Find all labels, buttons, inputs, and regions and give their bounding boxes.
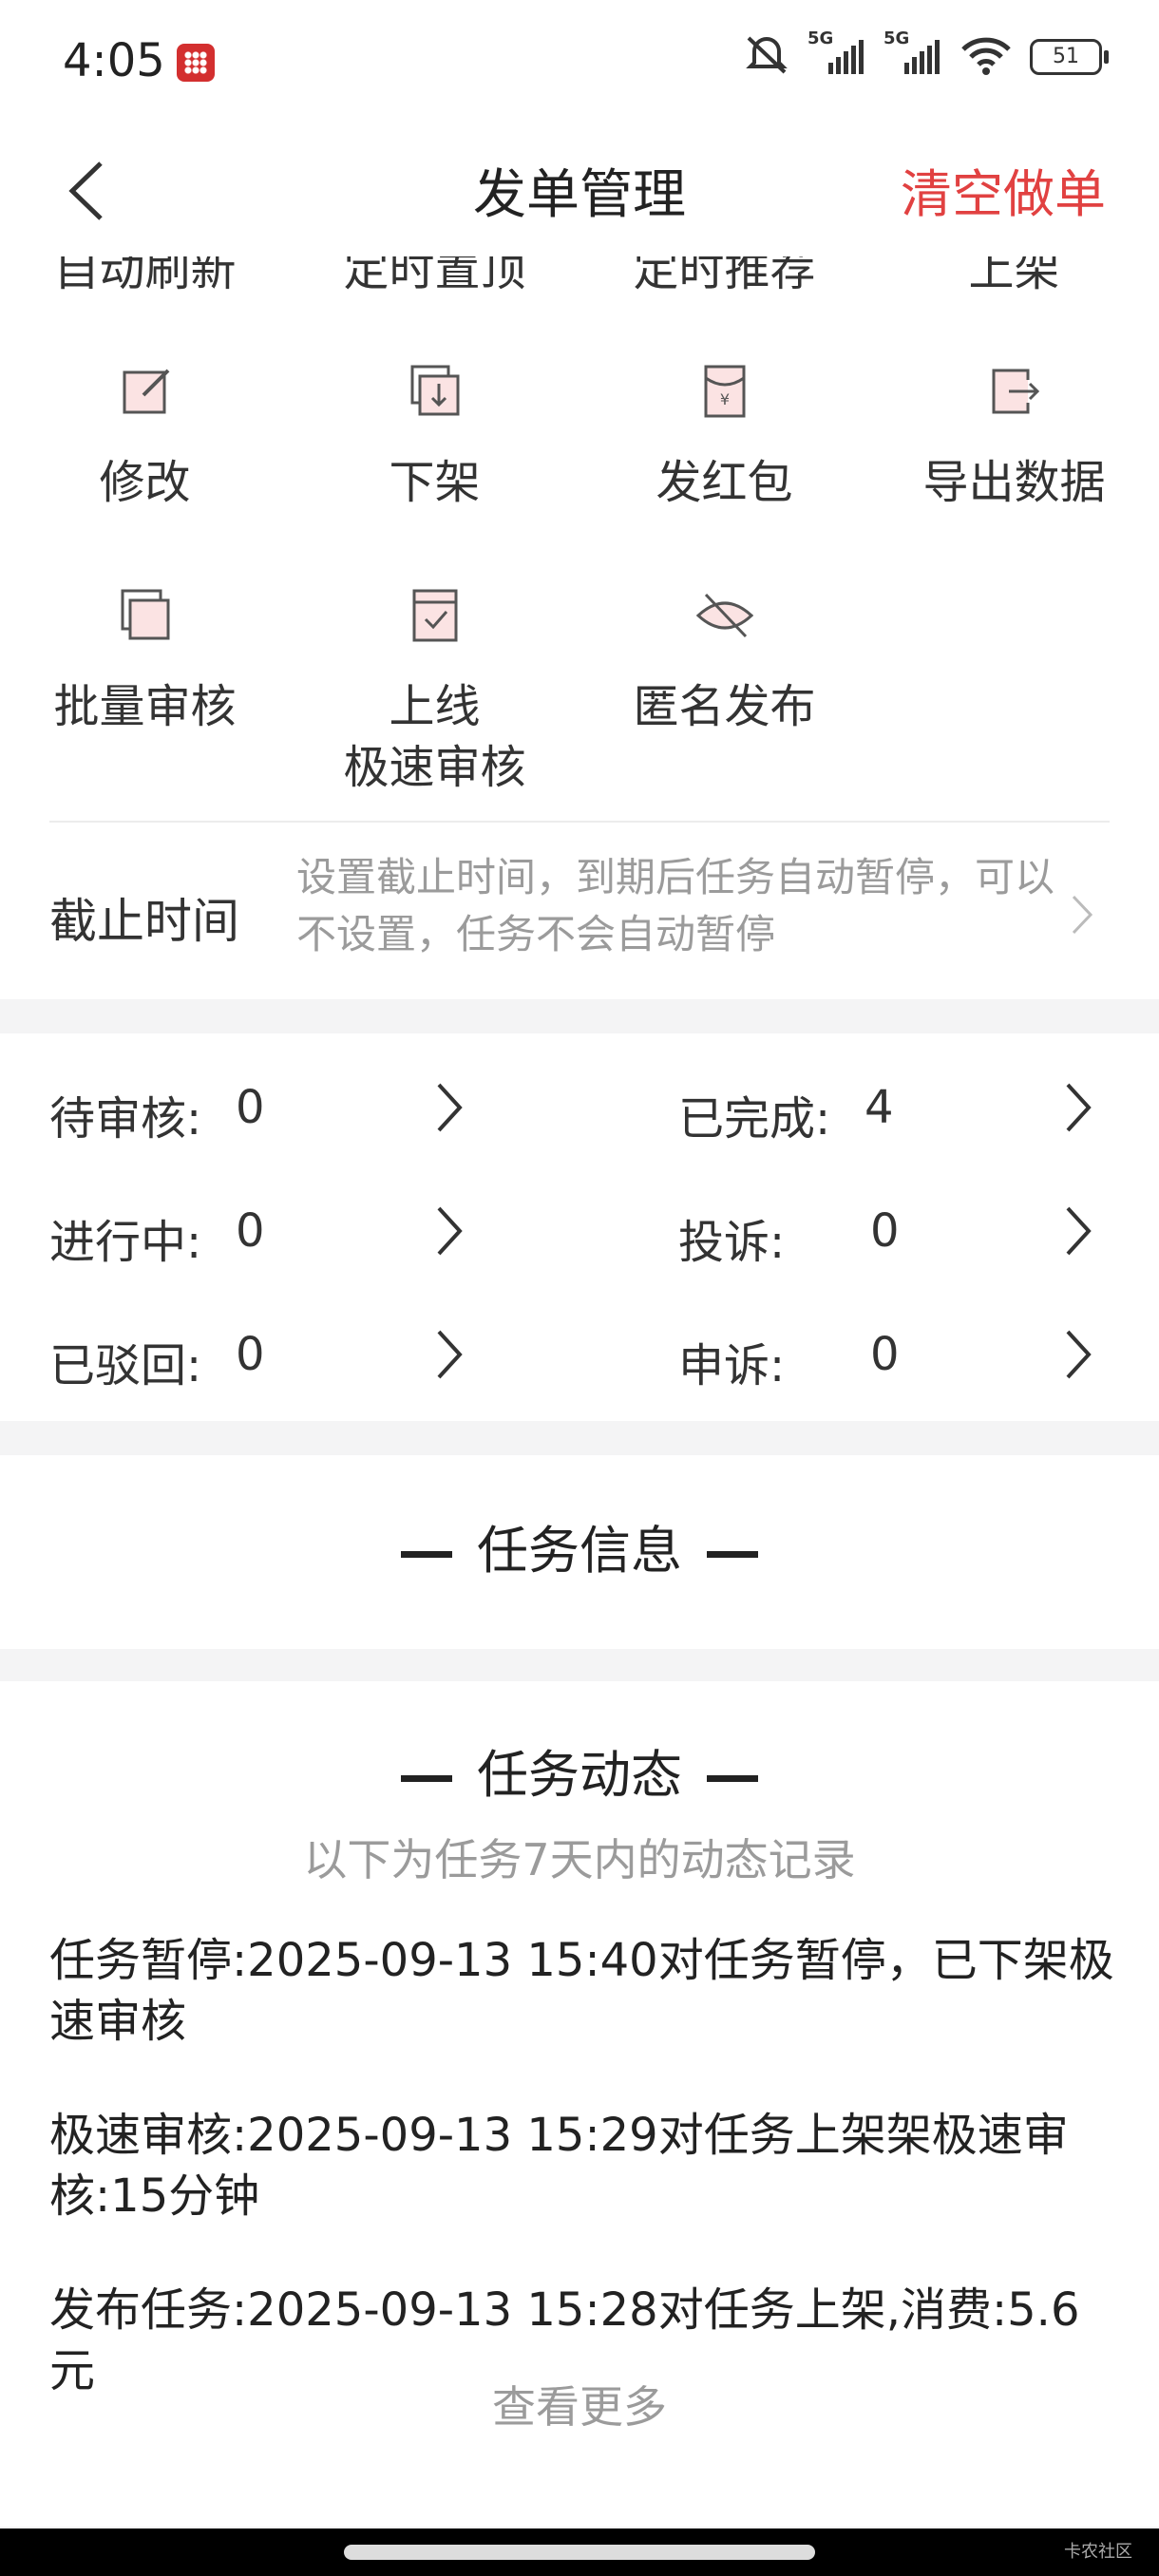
task-dynamic-title-text: 任务动态 [477, 1745, 682, 1805]
stat-pending-value: 0 [236, 1081, 265, 1134]
fast-review-label: 上线 极速审核 [343, 680, 526, 794]
stat-appeal-label: 申诉: [678, 1339, 786, 1392]
network-type-2: 5G [884, 28, 910, 48]
fast-review-icon [412, 589, 457, 642]
title-dash-right [707, 1774, 758, 1782]
batch-review-button[interactable]: 批量审核 [0, 587, 290, 798]
app-notification-icon [177, 44, 215, 82]
clear-orders-button[interactable]: 清空做单 [901, 152, 1106, 227]
title-dash-right [707, 1550, 758, 1558]
status-time: 4:05 [63, 34, 165, 87]
task-info-title-text: 任务信息 [477, 1521, 682, 1581]
edit-button[interactable]: 修改 [0, 363, 290, 513]
battery-icon: 51 [1030, 39, 1109, 75]
deadline-label: 截止时间 [49, 894, 239, 949]
edit-icon [123, 369, 169, 414]
view-more-button[interactable]: 查看更多 [0, 2373, 1159, 2435]
stat-done-label: 已完成: [678, 1092, 831, 1146]
stat-in-progress-value: 0 [236, 1204, 265, 1258]
export-data-button[interactable]: 导出数据 [869, 363, 1159, 513]
stat-pending-label: 待审核: [49, 1092, 202, 1146]
stat-done-value: 4 [864, 1081, 894, 1134]
status-bar: 4:05 5G 5G 51 [0, 0, 1159, 123]
anonymous-publish-button[interactable]: 匿名发布 [580, 587, 869, 798]
nav-header: 发单管理 清空做单 [0, 123, 1159, 258]
chevron-right-icon [437, 1206, 463, 1256]
title-dash-left [401, 1774, 452, 1782]
chevron-right-icon [1066, 1330, 1092, 1379]
task-info-panel: 任务信息 [0, 1455, 1159, 1649]
eye-off-icon [695, 593, 753, 638]
task-info-title: 任务信息 [0, 1508, 1159, 1583]
home-gesture-handle[interactable] [344, 2545, 815, 2560]
task-dynamic-subtitle: 以下为任务7天内的动态记录 [303, 1834, 856, 1885]
edit-label: 修改 [99, 456, 191, 509]
operations-row-2: 批量审核 上线 极速审核 匿名发布 [0, 587, 1159, 798]
watermark: 卡农社区 [1064, 2542, 1132, 2562]
mute-icon [743, 34, 790, 80]
export-icon [992, 369, 1039, 414]
system-nav-bar: 卡农社区 [0, 2529, 1159, 2576]
scheduled-top-button[interactable]: 定时置顶 [290, 256, 580, 298]
takedown-label: 下架 [389, 456, 481, 509]
svg-text:¥: ¥ [719, 390, 729, 408]
stat-complaint-value: 0 [870, 1204, 900, 1258]
fast-review-button[interactable]: 上线 极速审核 [290, 587, 580, 798]
task-dynamic-panel: 任务动态 以下为任务7天内的动态记录 任务暂停:2025-09-13 15:40… [0, 1681, 1159, 2527]
red-envelope-label: 发红包 [656, 456, 793, 509]
chevron-right-icon [437, 1083, 463, 1132]
stat-appeal-value: 0 [870, 1328, 900, 1381]
wifi-icon [960, 34, 1013, 80]
chevron-right-icon [437, 1330, 463, 1379]
status-icons: 5G 5G 51 [743, 28, 1109, 80]
takedown-icon [410, 365, 459, 416]
stat-complaint-label: 投诉: [678, 1216, 786, 1269]
chevron-right-icon [1066, 1083, 1092, 1132]
operations-panel: 自动刷新 定时置顶 定时推荐 上架 修改 下架 ¥ 发红包 导出数据 批量审核 … [0, 256, 1159, 999]
operations-row-partial: 自动刷新 定时置顶 定时推荐 上架 [0, 256, 1159, 298]
auto-refresh-button[interactable]: 自动刷新 [0, 256, 290, 298]
network-type-1: 5G [808, 28, 834, 48]
divider [49, 821, 1110, 823]
title-dash-left [401, 1550, 452, 1558]
red-envelope-button[interactable]: ¥ 发红包 [580, 363, 869, 513]
chevron-right-icon [1066, 1206, 1092, 1256]
signal-icon-1: 5G [808, 28, 866, 80]
log-entry: 任务暂停:2025-09-13 15:40对任务暂停，已下架极速审核 [49, 1934, 1114, 2048]
scheduled-recommend-button[interactable]: 定时推荐 [580, 256, 869, 298]
red-envelope-icon: ¥ [704, 365, 745, 418]
deadline-hint: 设置截止时间，到期后任务自动暂停，可以不设置，任务不会自动暂停 [296, 854, 1055, 957]
batch-review-label: 批量审核 [53, 680, 237, 733]
chevron-right-icon [1072, 895, 1093, 935]
signal-icon-2: 5G [884, 28, 942, 80]
stats-panel: 待审核: 0 已完成: 4 进行中: 0 投诉: 0 已驳回: 0 申诉: 0 [0, 1033, 1159, 1421]
log-entry: 极速审核:2025-09-13 15:29对任务上架架极速审核:15分钟 [49, 2109, 1069, 2223]
stat-rejected-label: 已驳回: [49, 1339, 202, 1392]
operations-row-1: 修改 下架 ¥ 发红包 导出数据 [0, 363, 1159, 513]
list-button[interactable]: 上架 [869, 256, 1159, 298]
stat-in-progress-label: 进行中: [49, 1216, 202, 1269]
anonymous-publish-label: 匿名发布 [633, 680, 816, 733]
task-dynamic-title: 任务动态 [0, 1733, 1159, 1808]
batch-review-icon [121, 589, 169, 640]
takedown-button[interactable]: 下架 [290, 363, 580, 513]
stat-rejected-value: 0 [236, 1328, 265, 1381]
export-data-label: 导出数据 [922, 456, 1106, 509]
